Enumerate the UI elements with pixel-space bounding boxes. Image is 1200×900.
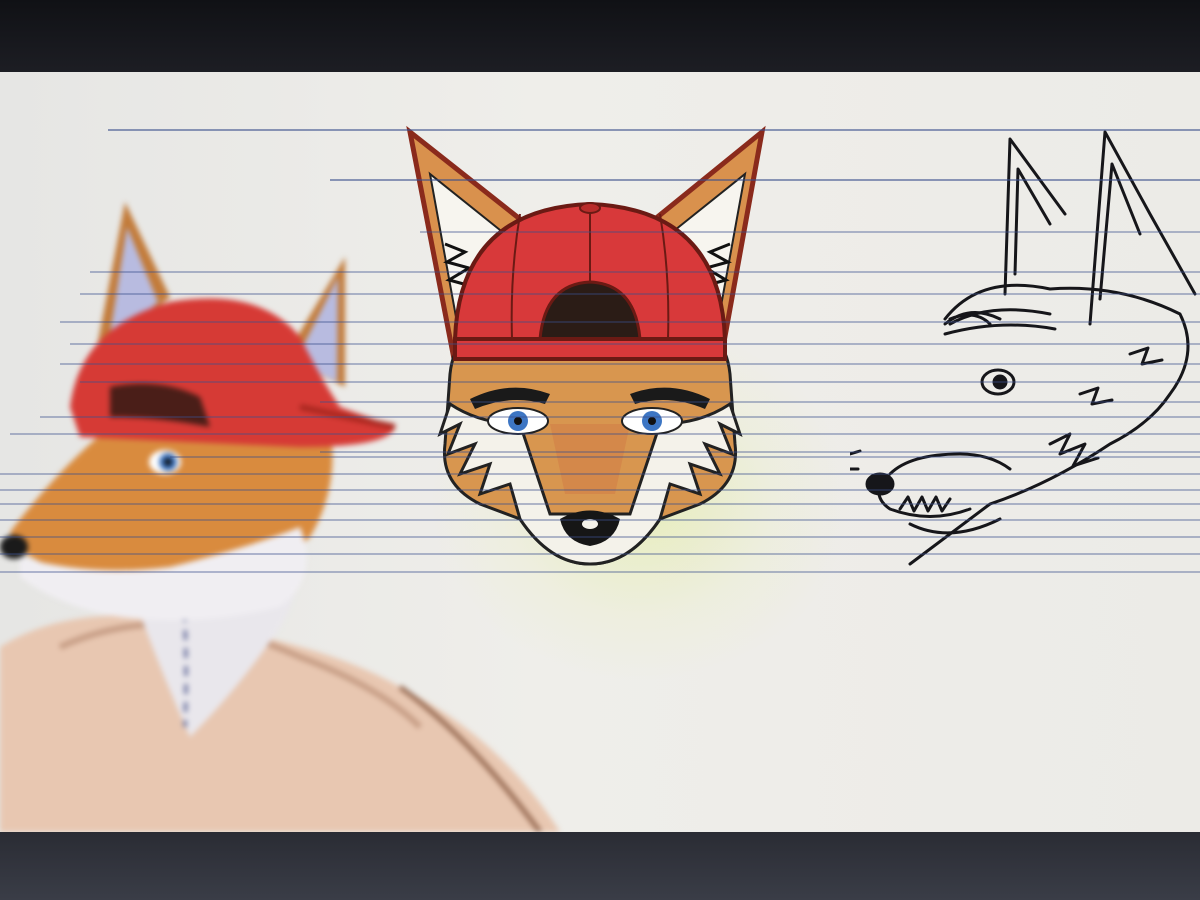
monitor-bottom-bezel	[0, 832, 1200, 900]
monitor-screen	[0, 72, 1200, 832]
wolf-right-drawing	[850, 130, 1197, 566]
monitor-top-bezel	[0, 0, 1200, 74]
fox-center-drawing	[406, 125, 766, 566]
